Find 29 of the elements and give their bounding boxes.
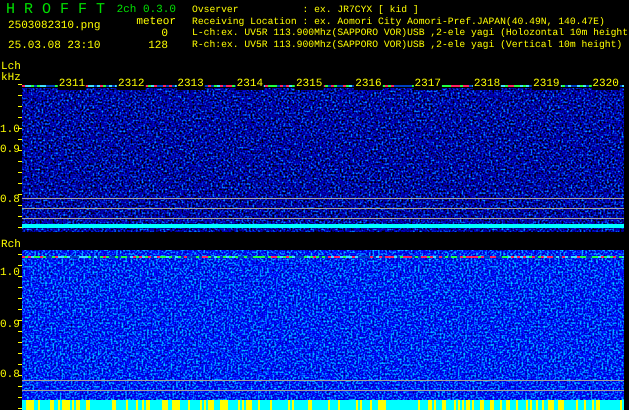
time-label: 2318: [472, 79, 502, 90]
time-label: 2315: [294, 79, 324, 90]
channel-label: Rch: [1, 240, 21, 251]
channel-label: Lch: [1, 62, 21, 73]
meteor-count: 128: [148, 40, 169, 52]
time-label: 2314: [236, 79, 264, 90]
axis-label: 1.0: [0, 268, 20, 279]
time-label: 2317: [414, 79, 442, 90]
time-label: 2312: [117, 79, 146, 90]
app-version: 2ch 0.3.0: [116, 4, 176, 16]
time-label: 2313: [176, 79, 205, 90]
time-label: 2311: [58, 79, 86, 90]
time-label: 2320: [591, 79, 620, 90]
axis-label: 0.8: [0, 195, 20, 206]
axis-label: 0.9: [0, 145, 20, 156]
meteor-count: 0: [161, 28, 169, 40]
time-label: 2316: [354, 79, 383, 90]
axis-label: 0.9: [0, 320, 20, 331]
axis-label: 1.0: [0, 125, 20, 136]
info-line: Ovserver : ex. JR7CYX [ kid ]: [192, 4, 420, 16]
mode-label: meteor: [136, 16, 176, 28]
date-time: 25.03.08 23:10: [7, 40, 102, 52]
axis-label: 0.8: [0, 370, 20, 381]
info-line: R-ch:ex. UV5R 113.900Mhz(SAPPORO VOR)USB ,2-ele yagi (Vertical 10m height): [192, 38, 624, 50]
info-line: Receiving Location : ex. Aomori City Aomori-Pref.JAPAN(40.49N, 140.47E): [192, 16, 606, 27]
file-name: 2503082310.png: [7, 20, 102, 32]
unit-label: kHz: [1, 73, 21, 84]
info-line: L-ch:ex. UV5R 113.900Mhz(SAPPORO VOR)USB ,2-ele yagi (Holozontal 10m height: [192, 27, 628, 38]
time-label: 2319: [532, 79, 561, 90]
